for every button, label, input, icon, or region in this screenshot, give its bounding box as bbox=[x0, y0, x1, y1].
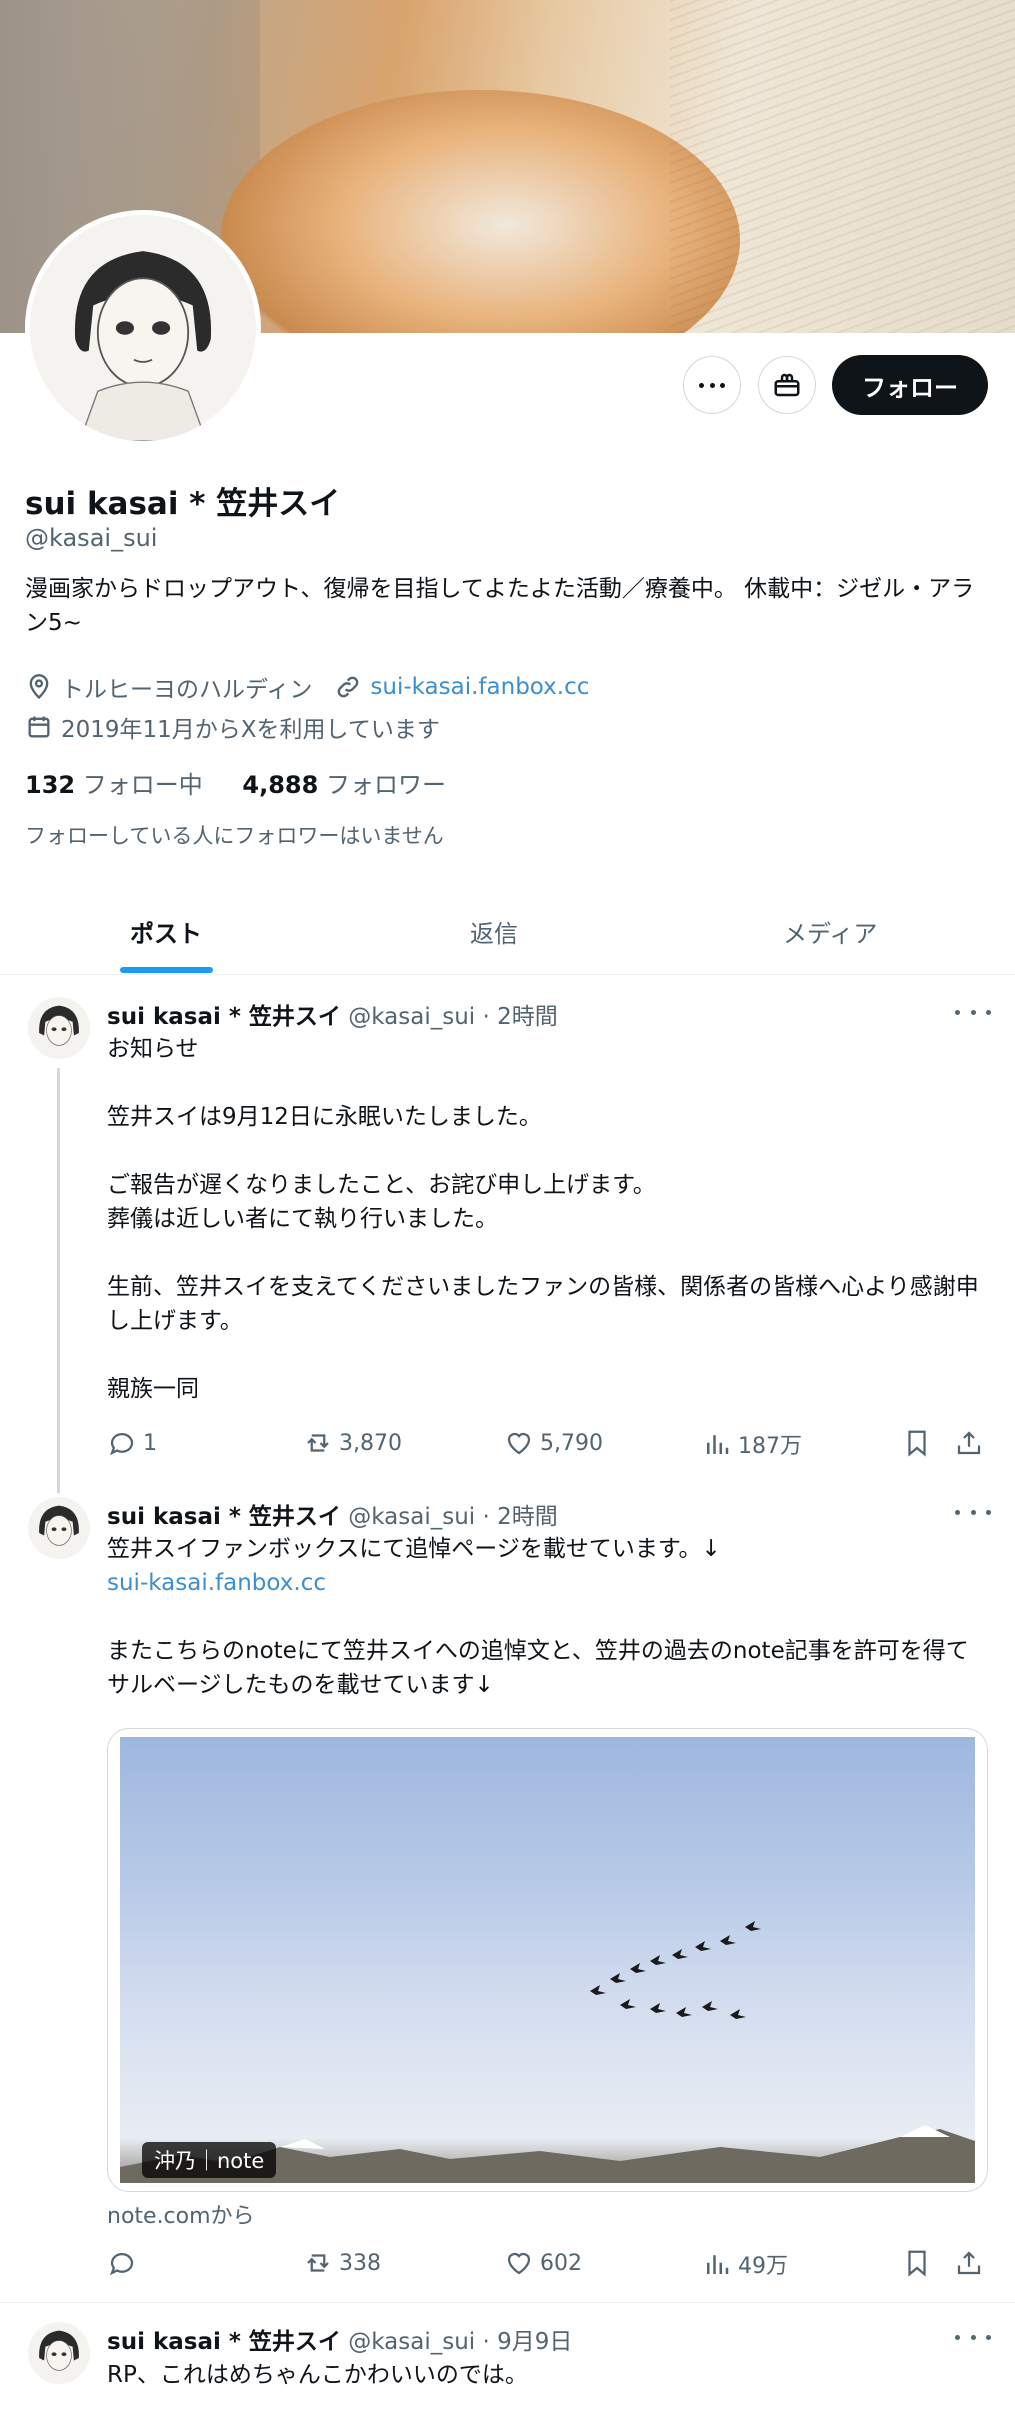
calendar-icon bbox=[25, 713, 53, 741]
profile-joined-date: 2019年11月からXを利用しています bbox=[61, 717, 440, 743]
like-button[interactable]: 5,790 bbox=[504, 1428, 603, 1458]
post-text: お知らせ 笠井スイは9月12日に永眠いたしました。 ご報告が遅くなりましたこと、… bbox=[107, 1036, 979, 1402]
post-text-line: 笠井スイファンボックスにて追悼ページを載せています。↓ bbox=[107, 1536, 721, 1562]
bookmark-icon bbox=[908, 1430, 926, 1457]
followers-label: フォロワー bbox=[325, 771, 446, 799]
like-count: 5,790 bbox=[540, 1430, 603, 1456]
tab-posts[interactable]: ポスト bbox=[130, 914, 202, 949]
reply-icon bbox=[109, 1433, 134, 1456]
link-icon bbox=[334, 673, 362, 701]
post-more-button[interactable] bbox=[955, 1002, 991, 1022]
post-author-name[interactable]: sui kasai * 笠井スイ bbox=[107, 2329, 341, 2355]
post-meta[interactable]: @kasai_sui · 9月9日 bbox=[348, 2329, 572, 2355]
bookmark-button[interactable] bbox=[902, 1428, 938, 1458]
repost-count: 3,870 bbox=[339, 1430, 402, 1456]
profile-tabs: ポスト 返信 メディア bbox=[0, 890, 1015, 975]
views-icon bbox=[707, 2255, 729, 2274]
tab-replies[interactable]: 返信 bbox=[470, 914, 518, 949]
views-count: 187万 bbox=[738, 1434, 802, 1459]
views-count: 49万 bbox=[738, 2254, 788, 2279]
link-card-image: 沖乃｜note bbox=[120, 1737, 975, 2183]
avatar[interactable] bbox=[28, 2322, 90, 2384]
post-actions: 1 3,870 5,790 187万 bbox=[107, 1428, 987, 1464]
link-card[interactable]: 沖乃｜note bbox=[107, 1728, 988, 2192]
profile-handle: @kasai_sui bbox=[25, 524, 158, 552]
like-icon bbox=[507, 1432, 531, 1455]
repost-icon bbox=[307, 1434, 329, 1452]
post-author-name[interactable]: sui kasai * 笠井スイ bbox=[107, 1504, 341, 1530]
gift-button[interactable] bbox=[758, 356, 816, 414]
like-count: 602 bbox=[540, 2250, 582, 2276]
profile-location: トルヒーヨのハルディン bbox=[61, 677, 313, 703]
avatar[interactable] bbox=[28, 997, 90, 1059]
post-divider bbox=[0, 2302, 1015, 2303]
link-card-source: note.comから bbox=[107, 2204, 255, 2229]
share-icon bbox=[957, 1431, 981, 1455]
profile-name: sui kasai * 笠井スイ bbox=[25, 486, 341, 522]
following-label: フォロー中 bbox=[82, 771, 203, 799]
post-text: 笠井スイファンボックスにて追悼ページを載せています。↓ sui-kasai.fa… bbox=[107, 1532, 987, 1702]
post-text: RP、これはめちゃんこかわいいのでは。 bbox=[107, 2362, 528, 2388]
views-button[interactable]: 187万 bbox=[702, 1428, 802, 1460]
profile-website-link[interactable]: sui-kasai.fanbox.cc bbox=[370, 674, 589, 700]
followers-you-know: フォローしている人にフォロワーはいません bbox=[25, 824, 444, 848]
more-options-button[interactable] bbox=[683, 356, 741, 414]
profile-avatar[interactable] bbox=[25, 210, 261, 446]
reply-button[interactable]: 1 bbox=[107, 1428, 157, 1458]
avatar[interactable] bbox=[28, 1497, 90, 1559]
tab-media[interactable]: メディア bbox=[783, 914, 877, 949]
active-tab-indicator bbox=[120, 967, 213, 973]
following-count: 132 bbox=[25, 771, 76, 799]
post-header: sui kasai * 笠井スイ @kasai_sui · 2時間 bbox=[107, 1497, 558, 1531]
repost-button[interactable]: 338 bbox=[303, 2248, 381, 2278]
followers-link[interactable]: 4,888 フォロワー bbox=[242, 771, 446, 799]
post-meta[interactable]: @kasai_sui · 2時間 bbox=[348, 1004, 558, 1030]
bookmark-icon bbox=[908, 2250, 926, 2277]
reply-icon bbox=[109, 2253, 134, 2276]
views-button[interactable]: 49万 bbox=[702, 2248, 788, 2280]
views-icon bbox=[707, 1435, 729, 1454]
reply-button[interactable] bbox=[107, 2248, 143, 2278]
more-icon bbox=[699, 382, 725, 388]
post-header: sui kasai * 笠井スイ @kasai_sui · 2時間 bbox=[107, 997, 558, 1031]
profile-bio: 漫画家からドロップアウト、復帰を目指してよたよた活動／療養中。 休載中：ジゼル・… bbox=[25, 576, 975, 636]
post-actions: 338 602 49万 bbox=[107, 2248, 987, 2284]
post-header: sui kasai * 笠井スイ @kasai_sui · 9月9日 bbox=[107, 2322, 572, 2356]
share-button[interactable] bbox=[954, 2248, 990, 2278]
location-icon bbox=[25, 673, 53, 701]
gift-icon bbox=[774, 373, 800, 397]
repost-button[interactable]: 3,870 bbox=[303, 1428, 402, 1458]
reply-count: 1 bbox=[143, 1430, 157, 1456]
post-more-button[interactable] bbox=[955, 1502, 991, 1522]
followers-count: 4,888 bbox=[242, 771, 319, 799]
link-card-label: 沖乃｜note bbox=[142, 2142, 277, 2178]
bookmark-button[interactable] bbox=[902, 2248, 938, 2278]
repost-count: 338 bbox=[339, 2250, 381, 2276]
post-text-rest: またこちらのnoteにて笠井スイへの追悼文と、笠井の過去のnote記事を許可を得… bbox=[107, 1638, 969, 1698]
repost-icon bbox=[307, 2254, 329, 2272]
like-button[interactable]: 602 bbox=[504, 2248, 582, 2278]
follow-button[interactable]: フォロー bbox=[832, 355, 988, 415]
post-meta[interactable]: @kasai_sui · 2時間 bbox=[348, 1504, 558, 1530]
post-author-name[interactable]: sui kasai * 笠井スイ bbox=[107, 1004, 341, 1030]
share-icon bbox=[957, 2251, 981, 2275]
like-icon bbox=[507, 2252, 531, 2275]
share-button[interactable] bbox=[954, 1428, 990, 1458]
following-link[interactable]: 132 フォロー中 bbox=[25, 771, 203, 799]
post-link[interactable]: sui-kasai.fanbox.cc bbox=[107, 1570, 326, 1596]
thread-line bbox=[57, 1068, 60, 1493]
post-more-button[interactable] bbox=[955, 2327, 991, 2347]
